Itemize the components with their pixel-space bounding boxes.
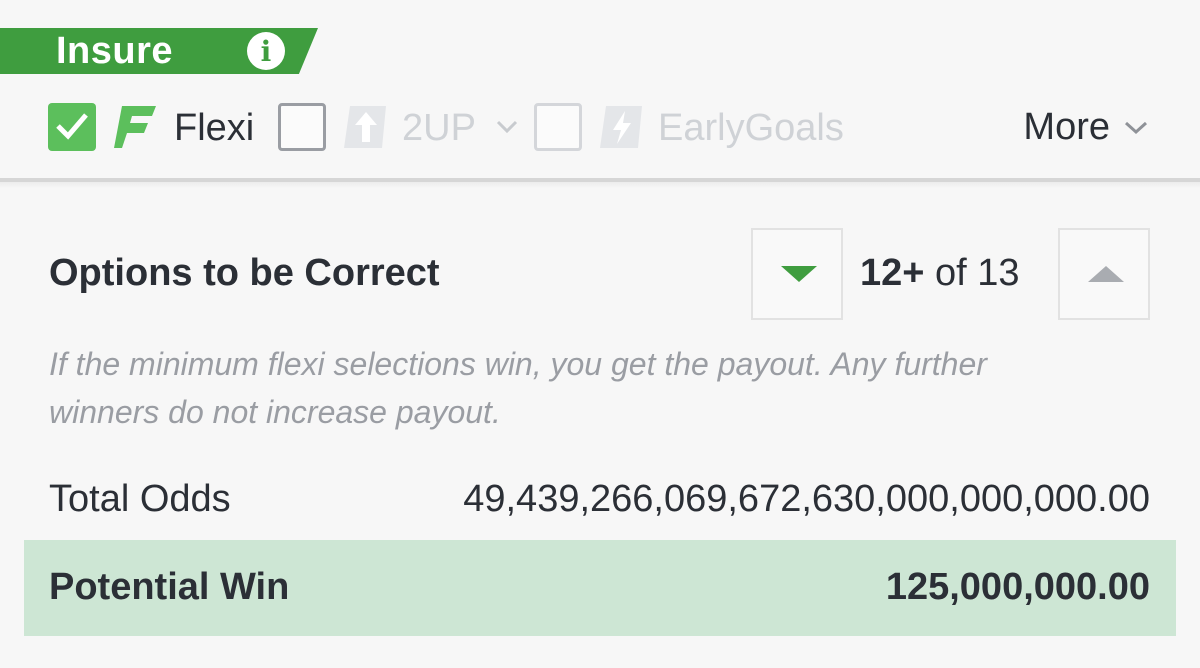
- potential-win-label: Potential Win: [49, 566, 290, 608]
- flexi-count-min: 12+: [860, 252, 925, 294]
- earlygoals-checkbox[interactable]: [534, 103, 582, 151]
- flexi-count-total: of 13: [924, 252, 1020, 294]
- flexi-f-icon: [114, 106, 156, 148]
- potential-win-value: 125,000,000.00: [885, 566, 1150, 608]
- divider-shadow: [0, 182, 1200, 188]
- decrease-button[interactable]: [751, 228, 843, 320]
- chevron-down-icon[interactable]: [496, 120, 518, 134]
- flexi-count: 12+ of 13: [860, 252, 1020, 295]
- triangle-down-icon: [781, 266, 817, 282]
- up-arrow-icon: [344, 106, 386, 148]
- triangle-up-icon: [1088, 266, 1124, 282]
- twoup-label[interactable]: 2UP: [402, 106, 476, 150]
- insure-banner[interactable]: Insure i: [0, 28, 318, 74]
- more-label: More: [1023, 106, 1110, 148]
- total-odds-label: Total Odds: [49, 478, 231, 520]
- bet-type-options: Flexi 2UP EarlyGoals More: [0, 100, 1200, 156]
- info-icon[interactable]: i: [247, 32, 285, 70]
- earlygoals-label[interactable]: EarlyGoals: [658, 106, 844, 150]
- more-dropdown[interactable]: More: [1023, 106, 1148, 149]
- flexi-hint-text: If the minimum flexi selections win, you…: [49, 346, 987, 430]
- bet-options-bar: Insure i Flexi 2UP EarlyGoals More: [0, 0, 1200, 178]
- lightning-icon: [600, 106, 642, 148]
- total-odds-value: 49,439,266,069,672,630,000,000,000.00: [463, 478, 1150, 520]
- checkmark-icon: [56, 113, 88, 140]
- increase-button[interactable]: [1058, 228, 1150, 320]
- insure-label: Insure: [56, 29, 174, 72]
- twoup-checkbox[interactable]: [278, 103, 326, 151]
- potential-win-row: Potential Win 125,000,000.00: [24, 540, 1176, 636]
- flexi-label[interactable]: Flexi: [174, 106, 254, 150]
- options-to-be-correct-title: Options to be Correct: [49, 252, 440, 294]
- chevron-down-icon: [1124, 121, 1148, 134]
- flexi-checkbox[interactable]: [48, 103, 96, 151]
